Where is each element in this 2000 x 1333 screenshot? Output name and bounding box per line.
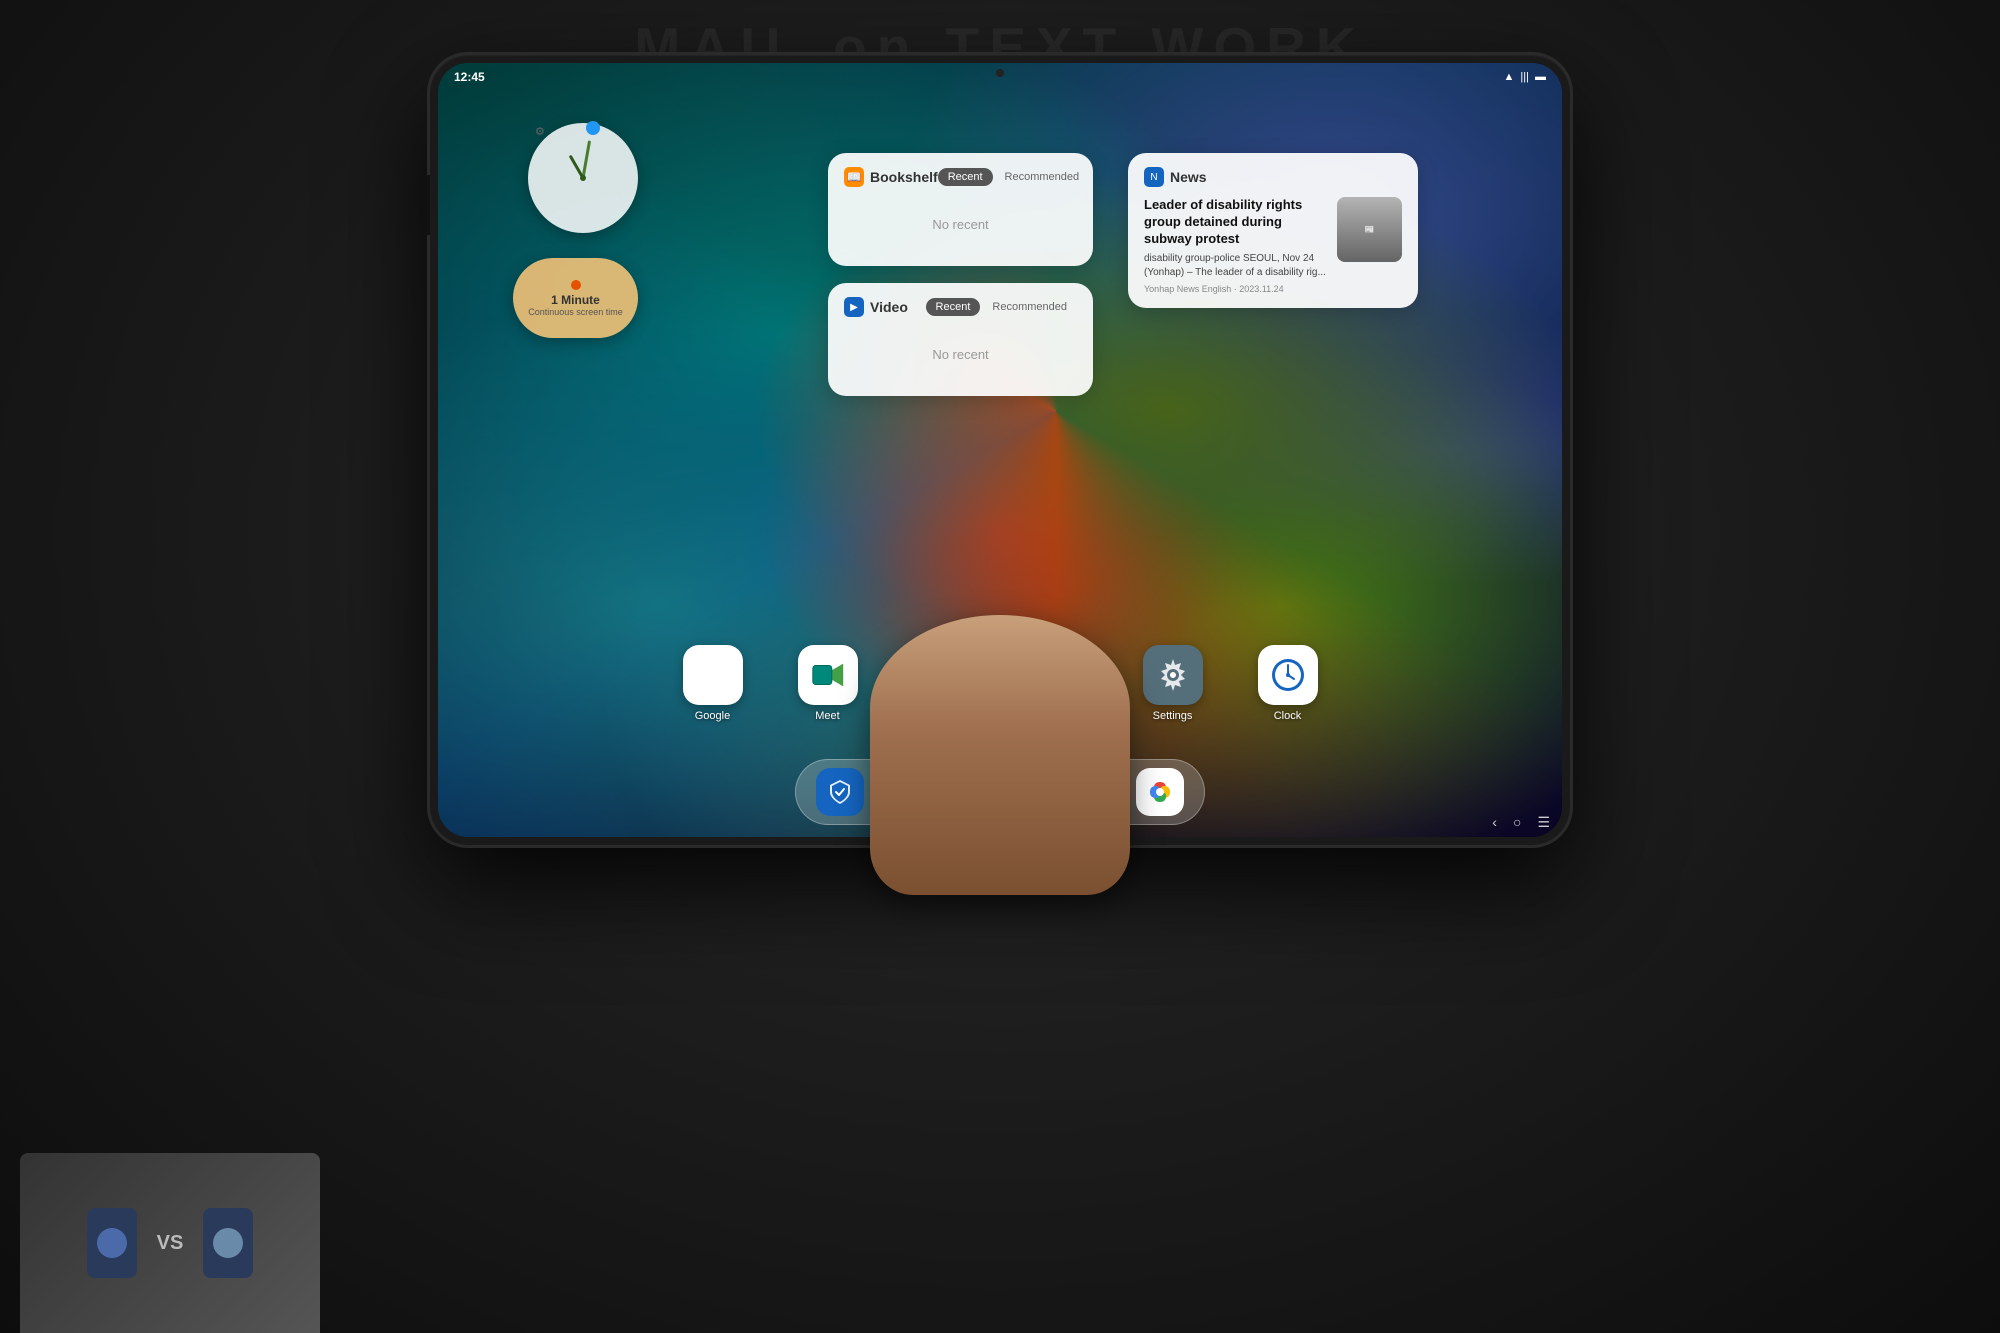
clock-center	[580, 175, 586, 181]
bookshelf-title: Bookshelf	[870, 169, 938, 185]
app-meet[interactable]: Meet	[798, 645, 858, 722]
clock-widget	[528, 123, 638, 233]
screentime-widget[interactable]: 1 Minute Continuous screen time	[513, 258, 638, 338]
meet-label: Meet	[815, 710, 839, 722]
settings-icon[interactable]	[1143, 645, 1203, 705]
bookshelf-no-recent: No recent	[844, 197, 1077, 252]
news-content: Leader of disability rights group detain…	[1144, 197, 1402, 294]
screentime-dot	[571, 280, 581, 290]
video-icon: ▶	[844, 297, 864, 317]
video-recommended-tab[interactable]: Recommended	[982, 298, 1077, 316]
news-widget: N News Leader of disability rights group…	[1128, 153, 1418, 308]
google-label: Google	[695, 710, 730, 722]
clock-label: Clock	[1274, 710, 1302, 722]
news-thumb-inner: 📰	[1337, 197, 1402, 262]
video-header: ▶ Video Recent Recommended	[844, 297, 1077, 317]
news-header: N News	[1144, 167, 1402, 187]
bookshelf-title-row: 📖 Bookshelf	[844, 167, 938, 187]
clock-icon[interactable]	[1258, 645, 1318, 705]
bookshelf-icon: 📖	[844, 167, 864, 187]
video-recent-tab[interactable]: Recent	[926, 298, 981, 316]
bottom-scene: VS	[0, 1133, 2000, 1333]
video-widget: ▶ Video Recent Recommended No recent	[828, 283, 1093, 396]
video-no-recent: No recent	[844, 327, 1077, 382]
news-headline: Leader of disability rights group detain…	[1144, 197, 1327, 248]
settings-label: Settings	[1153, 710, 1193, 722]
video-title: Video	[870, 299, 908, 315]
dock-photos[interactable]	[1136, 768, 1184, 816]
bookshelf-recommended-tab[interactable]: Recommended	[995, 168, 1090, 186]
back-button[interactable]: ‹	[1492, 814, 1497, 830]
bookshelf-recent-tab[interactable]: Recent	[938, 168, 993, 186]
recents-button[interactable]: ☰	[1537, 814, 1550, 831]
app-google[interactable]: Google	[683, 645, 743, 722]
side-button	[426, 175, 430, 235]
video-title-row: ▶ Video	[844, 297, 908, 317]
clock-gear-icon: ⚙	[535, 125, 545, 138]
news-source: Yonhap News English · 2023.11.24	[1144, 284, 1327, 294]
status-icons: ▲ ||| ▬	[1504, 71, 1546, 83]
status-time: 12:45	[454, 70, 485, 84]
camera-dot	[996, 69, 1004, 77]
hand-silhouette	[870, 615, 1130, 895]
signal-icon: |||	[1520, 71, 1529, 83]
tablet-holder: 12:45 ▲ ||| ▬ ⚙	[430, 55, 1570, 845]
bookshelf-header: 📖 Bookshelf Recent Recommended	[844, 167, 1077, 187]
bookshelf-tabs: Recent Recommended	[938, 168, 1089, 186]
meet-icon[interactable]	[798, 645, 858, 705]
video-tabs: Recent Recommended	[926, 298, 1077, 316]
news-body: disability group-police SEOUL, Nov 24 (Y…	[1144, 252, 1327, 280]
clock-badge	[586, 121, 600, 135]
wifi-icon: ▲	[1504, 71, 1515, 83]
app-clock[interactable]: Clock	[1258, 645, 1318, 722]
dock-security[interactable]	[816, 768, 864, 816]
nav-bar: ‹ ○ ☰	[1442, 807, 1562, 837]
news-title: News	[1170, 169, 1207, 185]
screentime-label: Continuous screen time	[528, 307, 623, 317]
home-button[interactable]: ○	[1513, 814, 1521, 830]
bookshelf-widget: 📖 Bookshelf Recent Recommended No recent	[828, 153, 1093, 266]
app-settings[interactable]: Settings	[1143, 645, 1203, 722]
battery-icon: ▬	[1535, 71, 1546, 83]
news-thumbnail: 📰	[1337, 197, 1402, 262]
bottom-left-image: VS	[20, 1153, 320, 1333]
minute-hand	[582, 140, 592, 178]
status-bar: 12:45 ▲ ||| ▬	[438, 63, 1562, 91]
screentime-amount: 1 Minute	[551, 293, 600, 307]
news-icon: N	[1144, 167, 1164, 187]
google-icon[interactable]	[683, 645, 743, 705]
scene-wrapper: MAIL on TEXT WORK 12:45 ▲ ||| ▬	[0, 0, 2000, 1333]
news-title-row: N News	[1144, 167, 1207, 187]
